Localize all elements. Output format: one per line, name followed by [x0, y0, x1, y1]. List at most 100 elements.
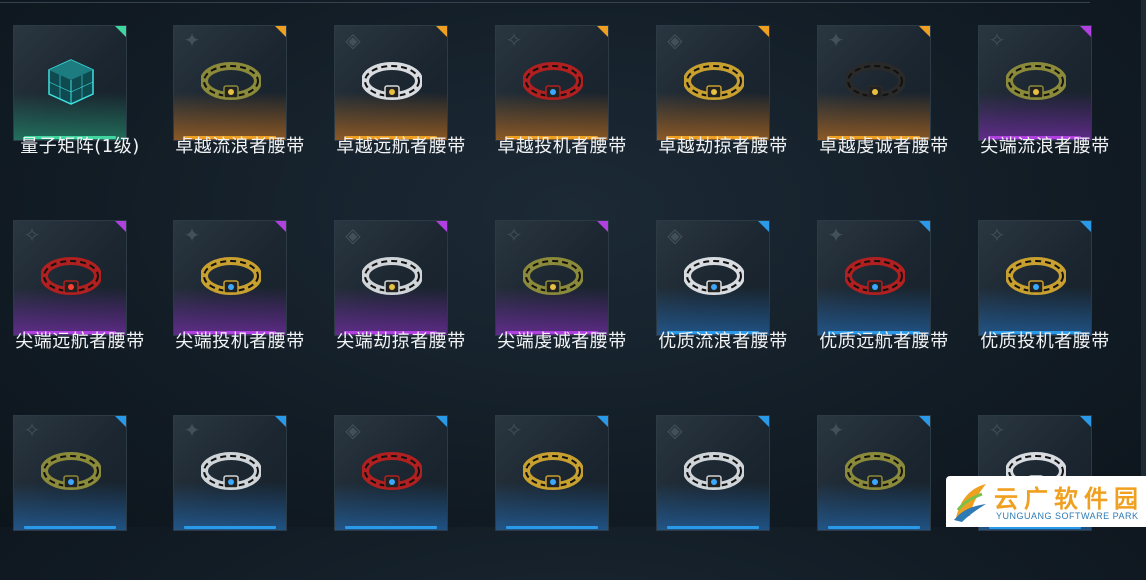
- item-card[interactable]: ✦: [817, 415, 931, 531]
- belt-icon: [845, 257, 905, 295]
- item-name: 尖端劫掠者腰带: [336, 331, 466, 352]
- rarity-corner: [275, 221, 286, 232]
- item-slot[interactable]: ✧: [0, 390, 160, 580]
- watermark-title: 云广软件园: [994, 484, 1144, 513]
- item-name: 优质流浪者腰带: [658, 331, 788, 352]
- item-name: [321, 525, 481, 549]
- belt-icon: [523, 257, 583, 295]
- rarity-corner: [436, 26, 447, 37]
- rarity-corner: [758, 416, 769, 427]
- item-slot[interactable]: ✦: [804, 390, 964, 580]
- rarity-corner: [919, 26, 930, 37]
- item-slot[interactable]: ✦: [160, 390, 320, 580]
- item-slot[interactable]: ✦ 优质远航者腰带: [804, 195, 964, 385]
- rarity-corner: [115, 26, 126, 37]
- faction-emblem-icon: ◈: [667, 223, 683, 247]
- item-card[interactable]: ✦: [173, 25, 287, 141]
- item-slot[interactable]: ✧ 尖端流浪者腰带: [965, 0, 1125, 190]
- item-slot[interactable]: ✧ 尖端远航者腰带: [0, 195, 160, 385]
- rarity-corner: [919, 416, 930, 427]
- item-card[interactable]: ✧: [13, 415, 127, 531]
- item-card[interactable]: ✦: [173, 415, 287, 531]
- belt-icon: [41, 257, 101, 295]
- rarity-corner: [597, 221, 608, 232]
- item-card[interactable]: ✧: [13, 220, 127, 336]
- item-card[interactable]: ✦: [817, 220, 931, 336]
- item-slot[interactable]: ✦ 卓越流浪者腰带: [160, 0, 320, 190]
- faction-emblem-icon: ✧: [23, 418, 41, 442]
- faction-emblem-icon: ◈: [345, 28, 361, 52]
- rarity-corner: [597, 416, 608, 427]
- faction-emblem-icon: ✦: [827, 223, 845, 247]
- item-name: 卓越投机者腰带: [497, 136, 627, 157]
- item-name: 量子矩阵(1级): [20, 136, 140, 157]
- leaf-logo-icon: [954, 484, 986, 522]
- rarity-corner: [1080, 26, 1091, 37]
- rarity-corner: [436, 221, 447, 232]
- item-card[interactable]: ✧: [978, 25, 1092, 141]
- belt-icon: [523, 452, 583, 490]
- faction-emblem-icon: ◈: [345, 418, 361, 442]
- item-card[interactable]: ◈: [334, 220, 448, 336]
- item-card[interactable]: ✦: [817, 25, 931, 141]
- item-slot[interactable]: ◈ 卓越远航者腰带: [321, 0, 481, 190]
- item-name: [0, 525, 160, 549]
- belt-icon: [362, 452, 422, 490]
- item-card[interactable]: ◈: [334, 415, 448, 531]
- faction-emblem-icon: ✧: [505, 418, 523, 442]
- item-card[interactable]: ✧: [495, 25, 609, 141]
- item-slot[interactable]: ◈: [643, 390, 803, 580]
- watermark-subtitle: YUNGUANG SOFTWARE PARK: [996, 511, 1139, 521]
- item-name: 卓越虔诚者腰带: [819, 136, 949, 157]
- item-card[interactable]: ◈: [656, 415, 770, 531]
- item-slot[interactable]: ◈ 卓越劫掠者腰带: [643, 0, 803, 190]
- item-name: 卓越劫掠者腰带: [658, 136, 788, 157]
- item-slot[interactable]: ◈: [321, 390, 481, 580]
- item-slot[interactable]: ◈ 优质流浪者腰带: [643, 195, 803, 385]
- item-name: 卓越流浪者腰带: [175, 136, 305, 157]
- item-card[interactable]: ✧: [978, 220, 1092, 336]
- item-card[interactable]: [13, 25, 127, 141]
- item-name: [482, 525, 642, 549]
- rarity-corner: [758, 221, 769, 232]
- item-name: 优质投机者腰带: [980, 331, 1110, 352]
- item-card[interactable]: ◈: [334, 25, 448, 141]
- item-slot[interactable]: ✦ 卓越虔诚者腰带: [804, 0, 964, 190]
- belt-icon: [684, 62, 744, 100]
- faction-emblem-icon: ✦: [183, 223, 201, 247]
- faction-emblem-icon: ✧: [988, 28, 1006, 52]
- faction-emblem-icon: ✦: [827, 28, 845, 52]
- rarity-corner: [597, 26, 608, 37]
- rarity-corner: [115, 221, 126, 232]
- faction-emblem-icon: ✧: [505, 223, 523, 247]
- faction-emblem-icon: ✦: [827, 418, 845, 442]
- faction-emblem-icon: ✧: [23, 223, 41, 247]
- belt-icon: [523, 62, 583, 100]
- item-slot[interactable]: ✦ 尖端投机者腰带: [160, 195, 320, 385]
- item-name: 卓越远航者腰带: [336, 136, 466, 157]
- belt-icon: [362, 62, 422, 100]
- quantum-cube-icon: [48, 59, 94, 105]
- item-slot[interactable]: 量子矩阵(1级): [0, 0, 160, 190]
- item-slot[interactable]: ✧ 卓越投机者腰带: [482, 0, 642, 190]
- item-slot[interactable]: ◈ 尖端劫掠者腰带: [321, 195, 481, 385]
- rarity-corner: [275, 416, 286, 427]
- rarity-corner: [919, 221, 930, 232]
- item-slot[interactable]: ✧ 优质投机者腰带: [965, 195, 1125, 385]
- item-card[interactable]: ✧: [495, 415, 609, 531]
- belt-icon: [845, 452, 905, 490]
- belt-icon: [201, 257, 261, 295]
- item-card[interactable]: ◈: [656, 25, 770, 141]
- rarity-corner: [275, 26, 286, 37]
- item-card[interactable]: ✦: [173, 220, 287, 336]
- item-card[interactable]: ✧: [495, 220, 609, 336]
- item-card[interactable]: ◈: [656, 220, 770, 336]
- item-name: [965, 525, 1125, 549]
- rarity-corner: [115, 416, 126, 427]
- faction-emblem-icon: ◈: [345, 223, 361, 247]
- item-slot[interactable]: ✧: [482, 390, 642, 580]
- item-name: 尖端流浪者腰带: [980, 136, 1110, 157]
- item-slot[interactable]: ✧ 尖端虔诚者腰带: [482, 195, 642, 385]
- faction-emblem-icon: ✧: [988, 418, 1006, 442]
- belt-icon: [362, 257, 422, 295]
